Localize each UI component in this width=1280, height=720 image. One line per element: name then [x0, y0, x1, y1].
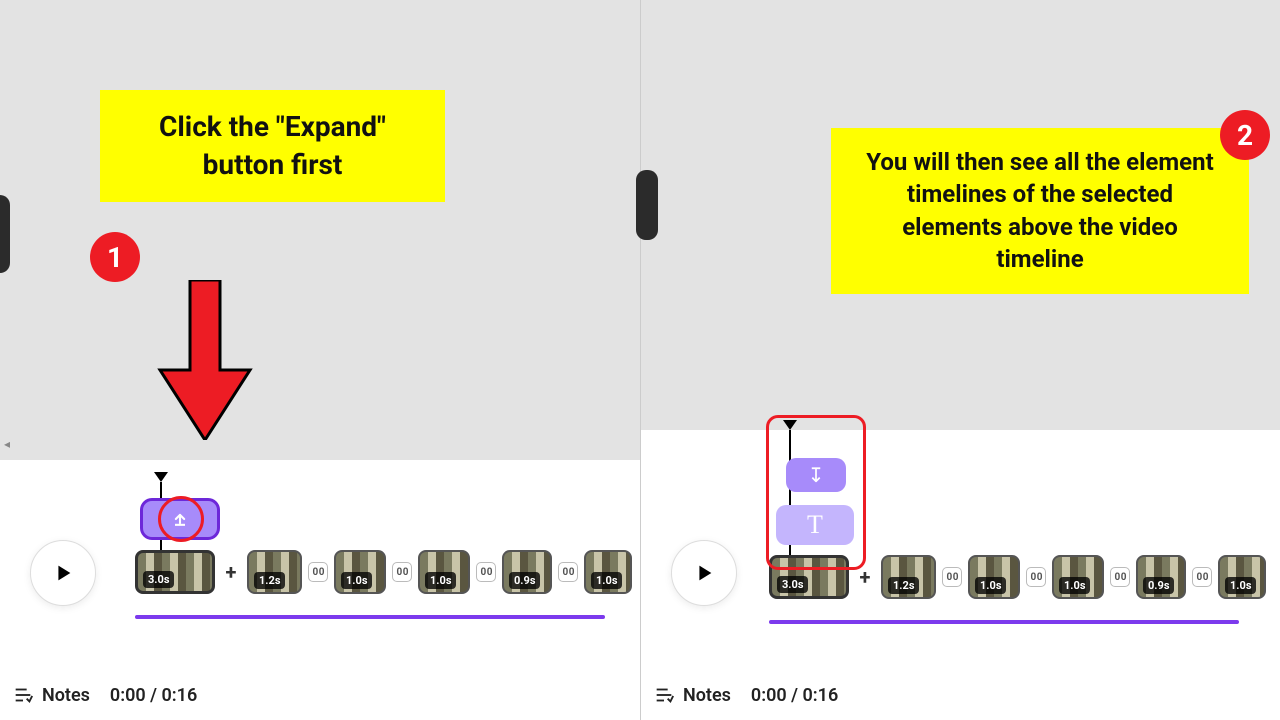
timeline-clip[interactable]: 1.0s	[1218, 555, 1266, 599]
timeline-clip[interactable]: 3.0s	[135, 550, 215, 594]
callout-box: Click the "Expand" button first	[100, 90, 445, 202]
notes-icon	[653, 684, 675, 706]
tutorial-panel-1: ◂ Click the "Expand" button first 1 3.0s…	[0, 0, 640, 720]
expand-icon	[170, 509, 190, 529]
play-icon	[52, 562, 74, 584]
tutorial-panel-2: You will then see all the element timeli…	[640, 0, 1280, 720]
transition-icon[interactable]: 0 0	[558, 562, 578, 582]
step-badge: 2	[1220, 110, 1270, 160]
transition-icon[interactable]: 0 0	[1192, 567, 1212, 587]
audio-track[interactable]	[769, 620, 1239, 624]
timeline-clip[interactable]: 1.2s	[881, 555, 936, 599]
transition-icon[interactable]: 0 0	[392, 562, 412, 582]
footer-bar: Notes 0:00 / 0:16	[653, 684, 838, 706]
timeline-clip[interactable]: 3.0s	[769, 555, 849, 599]
collapse-icon: ↧	[808, 463, 825, 487]
add-clip-button[interactable]: +	[221, 562, 241, 582]
timeline-clip[interactable]: 1.0s	[968, 555, 1020, 599]
timeline-clip[interactable]: 1.2s	[247, 550, 302, 594]
side-panel-toggle[interactable]	[0, 195, 10, 273]
timeline-clip[interactable]: 1.0s	[1052, 555, 1104, 599]
callout-text: Click the "Expand" button first	[159, 110, 386, 181]
side-panel-toggle[interactable]	[636, 170, 658, 240]
add-clip-button[interactable]: +	[855, 567, 875, 587]
highlight-box	[766, 415, 866, 570]
callout-text: You will then see all the element timeli…	[866, 148, 1213, 273]
transition-icon[interactable]: 0 0	[308, 562, 328, 582]
play-icon	[693, 562, 715, 584]
timeline-clips[interactable]: 3.0s + 1.2s 0 0 1.0s 0 0 1.0s 0 0 0.9s 0…	[769, 555, 1266, 599]
transition-icon[interactable]: 0 0	[1026, 567, 1046, 587]
transition-icon[interactable]: 0 0	[476, 562, 496, 582]
timeline-clip[interactable]: 1.0s	[334, 550, 386, 594]
notes-button[interactable]: Notes	[12, 684, 90, 706]
time-display: 0:00 / 0:16	[110, 685, 197, 706]
scroll-left-icon: ◂	[4, 437, 10, 451]
timeline-clip[interactable]: 0.9s	[1136, 555, 1186, 599]
collapse-button[interactable]: ↧	[786, 458, 846, 492]
timeline-area: 3.0s + 1.2s 0 0 1.0s 0 0 1.0s 0 0 0.9s 0…	[0, 460, 640, 720]
step-badge: 1	[90, 232, 140, 282]
transition-icon[interactable]: 0 0	[1110, 567, 1130, 587]
callout-box: You will then see all the element timeli…	[831, 128, 1249, 294]
text-element-track[interactable]: T	[776, 505, 854, 545]
annotation-arrow-down	[155, 280, 255, 440]
timeline-clip[interactable]: 0.9s	[502, 550, 552, 594]
text-icon: T	[807, 510, 823, 540]
notes-icon	[12, 684, 34, 706]
notes-label: Notes	[683, 685, 731, 706]
transition-icon[interactable]: 0 0	[942, 567, 962, 587]
notes-button[interactable]: Notes	[653, 684, 731, 706]
timeline-clip[interactable]: 1.0s	[584, 550, 632, 594]
timeline-clip[interactable]: 1.0s	[418, 550, 470, 594]
notes-label: Notes	[42, 685, 90, 706]
play-button[interactable]	[671, 540, 737, 606]
footer-bar: Notes 0:00 / 0:16	[12, 684, 197, 706]
timeline-clips[interactable]: 3.0s + 1.2s 0 0 1.0s 0 0 1.0s 0 0 0.9s 0…	[135, 550, 632, 594]
time-display: 0:00 / 0:16	[751, 685, 838, 706]
timeline-area: ↧ T 3.0s + 1.2s 0 0 1.0s 0 0 1.0s 0 0 0.…	[641, 430, 1280, 720]
expand-button[interactable]	[140, 498, 220, 540]
audio-track[interactable]	[135, 615, 605, 619]
canvas-area: ◂	[0, 0, 640, 455]
play-button[interactable]	[30, 540, 96, 606]
